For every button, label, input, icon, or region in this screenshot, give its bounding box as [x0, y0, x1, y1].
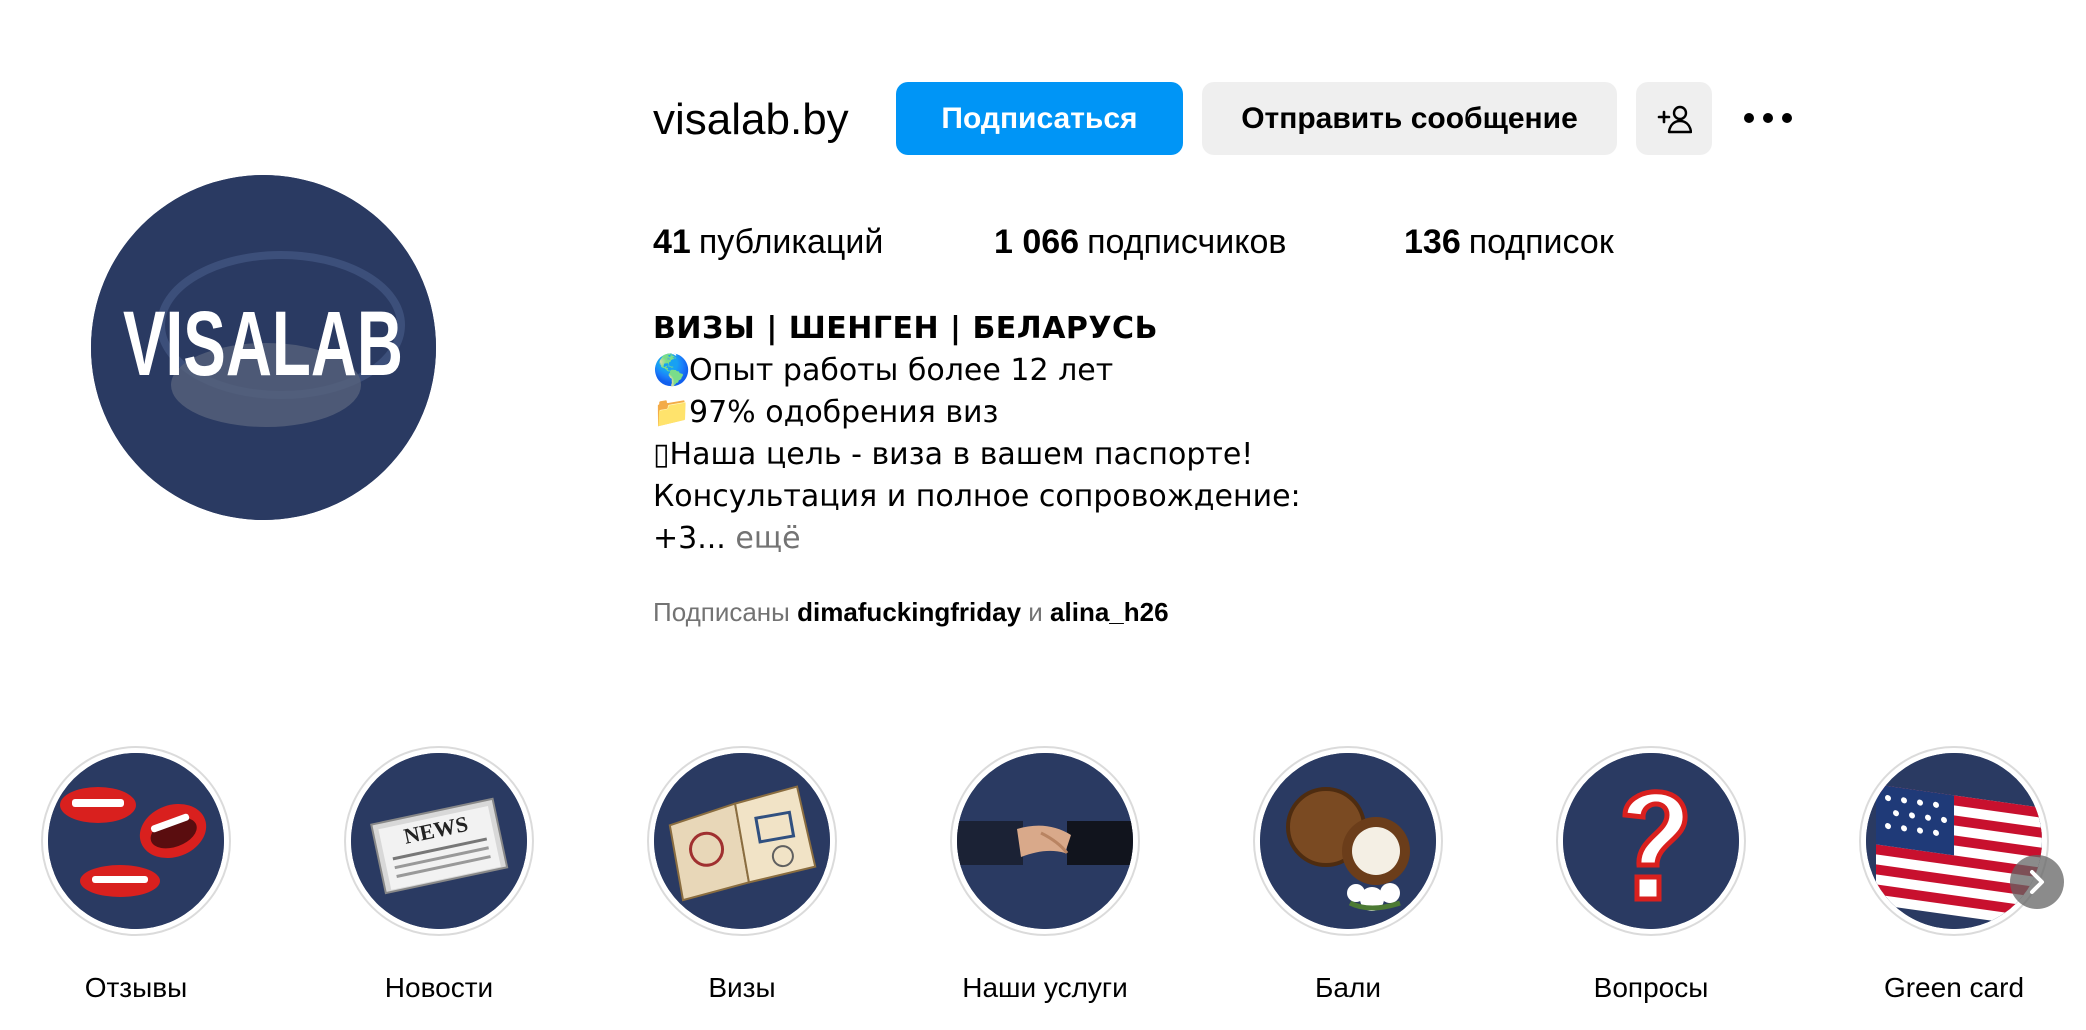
highlight-ring	[41, 746, 231, 936]
bio-line: 🌎Опыт работы более 12 лет	[653, 350, 1413, 392]
bio-text: Опыт работы более 12 лет	[689, 353, 1114, 388]
highlight-bali[interactable]: Бали	[1248, 746, 1448, 1006]
handshake-icon	[957, 753, 1133, 929]
highlight-visas[interactable]: Визы	[642, 746, 842, 1006]
bio-line: +3... ещё	[653, 518, 1413, 560]
highlight-label: Визы	[708, 972, 776, 1003]
highlight-news[interactable]: NEWS Новости	[339, 746, 539, 1006]
stat-following[interactable]: 136 подписок	[1404, 218, 1614, 266]
highlight-cover	[957, 753, 1133, 929]
bio-title: ВИЗЫ | ШЕНГЕН | БЕЛАРУСЬ	[653, 311, 1158, 346]
stat-followers[interactable]: 1 066 подписчиков	[994, 218, 1286, 266]
highlight-services[interactable]: Наши услуги	[945, 746, 1145, 1006]
highlight-label: Новости	[384, 972, 494, 1003]
globe-icon: 🌎	[653, 353, 691, 388]
highlight-label: Вопросы	[1593, 972, 1709, 1003]
highlight-reviews[interactable]: Отзывы	[36, 746, 236, 1006]
highlight-cover	[1563, 753, 1739, 929]
highlight-ring: NEWS	[344, 746, 534, 936]
highlight-questions[interactable]: Вопросы	[1551, 746, 1751, 1006]
highlight-ring	[1253, 746, 1443, 936]
bio-text: Наша цель - виза в вашем паспорте!	[669, 437, 1254, 472]
visalab-logo: VISALAB	[91, 175, 436, 520]
followed-by-conj: и	[1028, 597, 1043, 627]
highlight-cover	[48, 753, 224, 929]
stat-posts: 41 публикаций	[653, 218, 883, 266]
highlight-ring	[1859, 746, 2049, 936]
lips-icon	[48, 753, 224, 929]
profile-bio: ВИЗЫ | ШЕНГЕН | БЕЛАРУСЬ 🌎Опыт работы бо…	[653, 308, 1413, 560]
bio-text: +3...	[653, 521, 726, 556]
profile-page: VISALAB visalab.by Подписаться Отправить…	[0, 0, 2086, 1030]
more-options-button[interactable]	[1740, 96, 1796, 140]
followed-by: Подписаны dimafuckingfriday и alina_h26	[653, 594, 1169, 630]
profile-avatar[interactable]: VISALAB	[91, 175, 436, 520]
following-count: 136	[1404, 223, 1461, 261]
message-button[interactable]: Отправить сообщение	[1202, 82, 1617, 155]
passport-icon	[654, 753, 830, 929]
more-horizontal-icon	[1744, 113, 1792, 123]
suggest-users-button[interactable]	[1636, 82, 1712, 155]
highlight-label: Бали	[1315, 972, 1381, 1003]
bio-line: 📁97% одобрения виз	[653, 392, 1413, 434]
followers-label: подписчиков	[1087, 223, 1287, 261]
bio-more-link[interactable]: ещё	[735, 521, 800, 556]
highlight-cover	[1260, 753, 1436, 929]
chevron-right-icon	[2030, 870, 2044, 894]
add-person-icon	[1657, 105, 1692, 133]
avatar-text: VISALAB	[123, 293, 403, 395]
posts-label: публикаций	[698, 223, 884, 261]
following-label: подписок	[1468, 223, 1614, 261]
coconut-icon	[1260, 753, 1436, 929]
highlight-cover: NEWS	[351, 753, 527, 929]
highlight-label: Наши услуги	[962, 972, 1128, 1003]
bio-text: 97% одобрения виз	[689, 395, 999, 430]
folder-icon: 📁	[653, 395, 691, 430]
highlight-cover	[654, 753, 830, 929]
followed-by-prefix: Подписаны	[653, 597, 790, 627]
profile-username: visalab.by	[653, 95, 849, 144]
followed-by-user-link[interactable]: alina_h26	[1050, 597, 1169, 627]
newspaper-icon: NEWS	[351, 753, 527, 929]
follow-button[interactable]: Подписаться	[896, 82, 1183, 155]
question-mark-icon	[1563, 753, 1739, 929]
highlight-ring	[1556, 746, 1746, 936]
posts-count: 41	[653, 223, 691, 261]
highlight-ring	[950, 746, 1140, 936]
highlight-ring	[647, 746, 837, 936]
highlight-label: Green card	[1883, 972, 2025, 1003]
us-flag-icon	[1866, 753, 2042, 929]
highlight-label: Отзывы	[84, 972, 188, 1003]
missing-glyph-icon: ▯	[653, 437, 670, 472]
highlights-next-button[interactable]	[2010, 855, 2064, 909]
bio-line: ▯Наша цель - виза в вашем паспорте!	[653, 434, 1413, 476]
followed-by-user-link[interactable]: dimafuckingfriday	[797, 597, 1021, 627]
highlight-cover	[1866, 753, 2042, 929]
bio-line: Консультация и полное сопровождение:	[653, 479, 1301, 514]
followers-count: 1 066	[994, 223, 1080, 261]
